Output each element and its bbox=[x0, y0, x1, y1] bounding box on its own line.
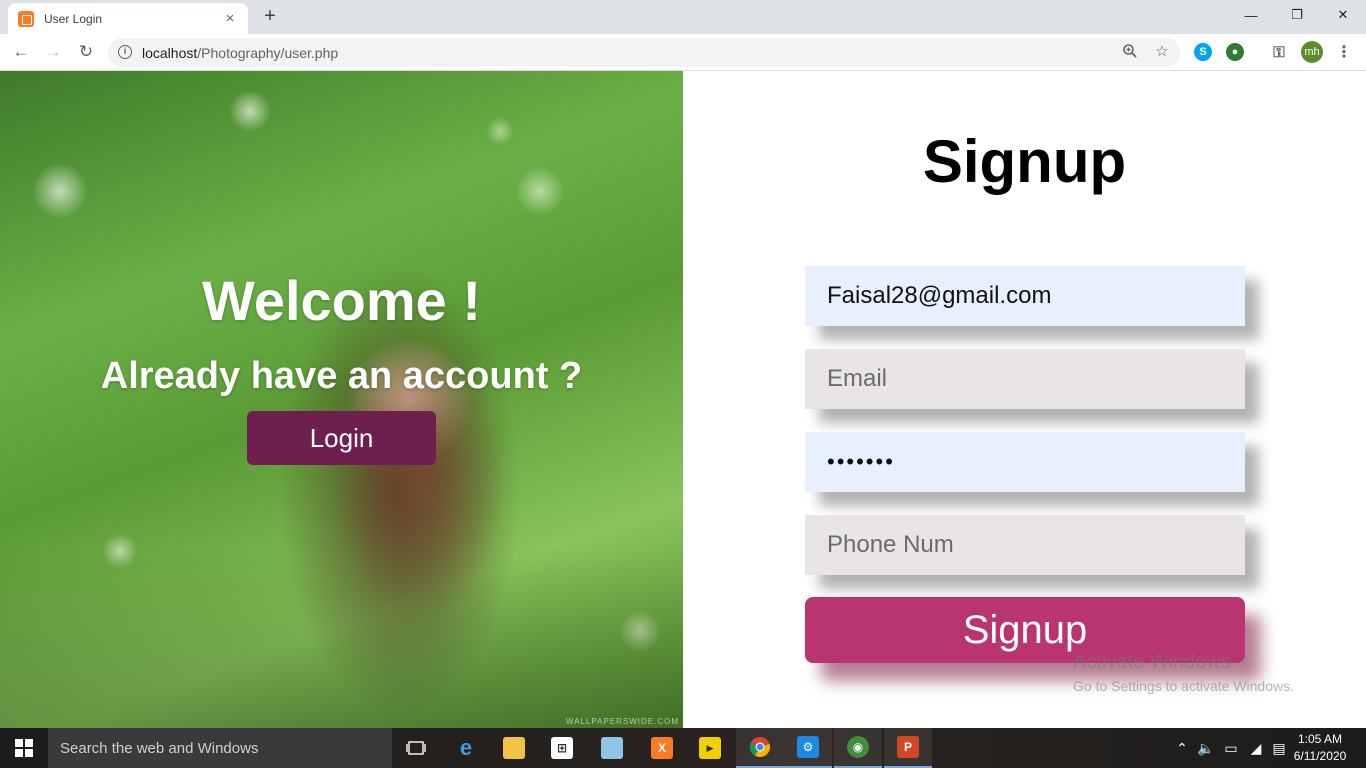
username-input[interactable]: Faisal28@gmail.com bbox=[805, 266, 1245, 326]
action-center-icon[interactable]: ▤ bbox=[1268, 728, 1290, 768]
forward-button[interactable]: → bbox=[41, 40, 65, 64]
email-input[interactable]: Email bbox=[805, 349, 1245, 409]
activate-windows-watermark: Activate Windows Go to Settings to activ… bbox=[1073, 651, 1294, 694]
url-path: /Photography/user.php bbox=[197, 45, 339, 61]
notepad-taskbar-button[interactable] bbox=[588, 728, 636, 768]
edge-taskbar-button[interactable]: e bbox=[442, 728, 490, 768]
zoom-icon[interactable] bbox=[1121, 43, 1139, 61]
gear-icon: ⚙ bbox=[797, 736, 819, 758]
globe-extension-icon[interactable]: ● bbox=[1226, 43, 1244, 61]
account-prompt: Already have an account ? bbox=[100, 355, 583, 397]
page-content: Welcome ! Already have an account ? Logi… bbox=[0, 71, 1366, 728]
windows-taskbar: Search the web and Windows e ⊞ X ▶ ⚙ ◉ P… bbox=[0, 728, 1366, 768]
signup-title: Signup bbox=[922, 128, 1127, 195]
new-tab-button[interactable]: + bbox=[258, 5, 282, 29]
battery-icon[interactable]: ▭ bbox=[1220, 728, 1242, 768]
windows-logo-icon bbox=[15, 739, 33, 757]
browser-toolbar: ← → ↻ i localhost/Photography/user.php ☆… bbox=[0, 34, 1366, 71]
globe-icon: ◉ bbox=[847, 736, 869, 758]
skype-extension-icon[interactable]: S bbox=[1194, 43, 1212, 61]
powerpoint-taskbar-button[interactable]: P bbox=[884, 728, 932, 768]
activate-line-2: Go to Settings to activate Windows. bbox=[1073, 678, 1294, 694]
browser-tab[interactable]: User Login × bbox=[8, 3, 248, 34]
taskbar-search-box[interactable]: Search the web and Windows bbox=[48, 728, 392, 768]
edge-icon: e bbox=[459, 735, 473, 760]
url-text: localhost/Photography/user.php bbox=[142, 45, 338, 61]
tray-chevron-icon[interactable]: ⌃ bbox=[1172, 728, 1192, 768]
browser-tab-strip: User Login × + — ❐ ✕ bbox=[0, 0, 1366, 34]
clock-date: 6/11/2020 bbox=[1293, 749, 1347, 763]
back-button[interactable]: ← bbox=[9, 40, 33, 64]
folder-icon bbox=[503, 737, 525, 759]
restore-button[interactable]: ❐ bbox=[1274, 0, 1320, 30]
reload-button[interactable]: ↻ bbox=[74, 40, 98, 64]
signup-panel: Signup Faisal28@gmail.com Email ••••••• … bbox=[683, 71, 1366, 728]
chrome-icon bbox=[749, 737, 771, 757]
activate-line-1: Activate Windows bbox=[1073, 651, 1231, 673]
tab-title: User Login bbox=[44, 11, 103, 26]
hero-image-panel: Welcome ! Already have an account ? Logi… bbox=[0, 71, 683, 728]
hero-shade bbox=[0, 548, 683, 728]
profile-avatar[interactable]: mh bbox=[1301, 41, 1323, 63]
tab-close-icon[interactable]: × bbox=[222, 10, 238, 27]
powerpoint-icon: P bbox=[897, 736, 919, 758]
store-icon: ⊞ bbox=[551, 737, 573, 759]
key-extension-icon[interactable]: ⚿ bbox=[1270, 43, 1288, 61]
close-window-button[interactable]: ✕ bbox=[1320, 0, 1366, 30]
start-button[interactable] bbox=[0, 728, 48, 768]
phone-input[interactable]: Phone Num bbox=[805, 515, 1245, 575]
address-bar[interactable]: i localhost/Photography/user.php ☆ bbox=[108, 38, 1180, 67]
task-view-button[interactable] bbox=[392, 728, 440, 768]
welcome-heading: Welcome ! bbox=[201, 269, 482, 332]
xampp-taskbar-button[interactable]: X bbox=[638, 728, 686, 768]
password-input[interactable]: ••••••• bbox=[805, 432, 1245, 492]
xampp-favicon-icon bbox=[18, 10, 34, 27]
xampp-icon: X bbox=[651, 737, 673, 759]
file-explorer-taskbar-button[interactable] bbox=[490, 728, 538, 768]
login-button[interactable]: Login bbox=[247, 411, 436, 465]
url-host: localhost bbox=[142, 45, 198, 61]
chrome-taskbar-button[interactable] bbox=[736, 728, 784, 768]
chrome-menu-icon[interactable]: ⋮ bbox=[1336, 42, 1352, 62]
wifi-icon[interactable]: ◢ bbox=[1246, 728, 1266, 768]
image-credit: WALLPAPERSWIDE.COM bbox=[565, 717, 679, 726]
taskbar-clock[interactable]: 1:05 AM 6/11/2020 bbox=[1290, 731, 1350, 765]
network-taskbar-button[interactable]: ◉ bbox=[834, 728, 882, 768]
task-view-icon bbox=[406, 741, 426, 755]
notepad-icon bbox=[601, 737, 623, 759]
player-icon: ▶ bbox=[699, 737, 721, 759]
store-taskbar-button[interactable]: ⊞ bbox=[538, 728, 586, 768]
clock-time: 1:05 AM bbox=[1297, 732, 1343, 746]
player-taskbar-button[interactable]: ▶ bbox=[686, 728, 734, 768]
bookmark-star-icon[interactable]: ☆ bbox=[1153, 43, 1171, 61]
minimize-button[interactable]: — bbox=[1228, 0, 1274, 30]
site-info-icon[interactable]: i bbox=[118, 45, 132, 59]
volume-icon[interactable]: 🔈 bbox=[1196, 728, 1216, 768]
settings-taskbar-button[interactable]: ⚙ bbox=[784, 728, 832, 768]
